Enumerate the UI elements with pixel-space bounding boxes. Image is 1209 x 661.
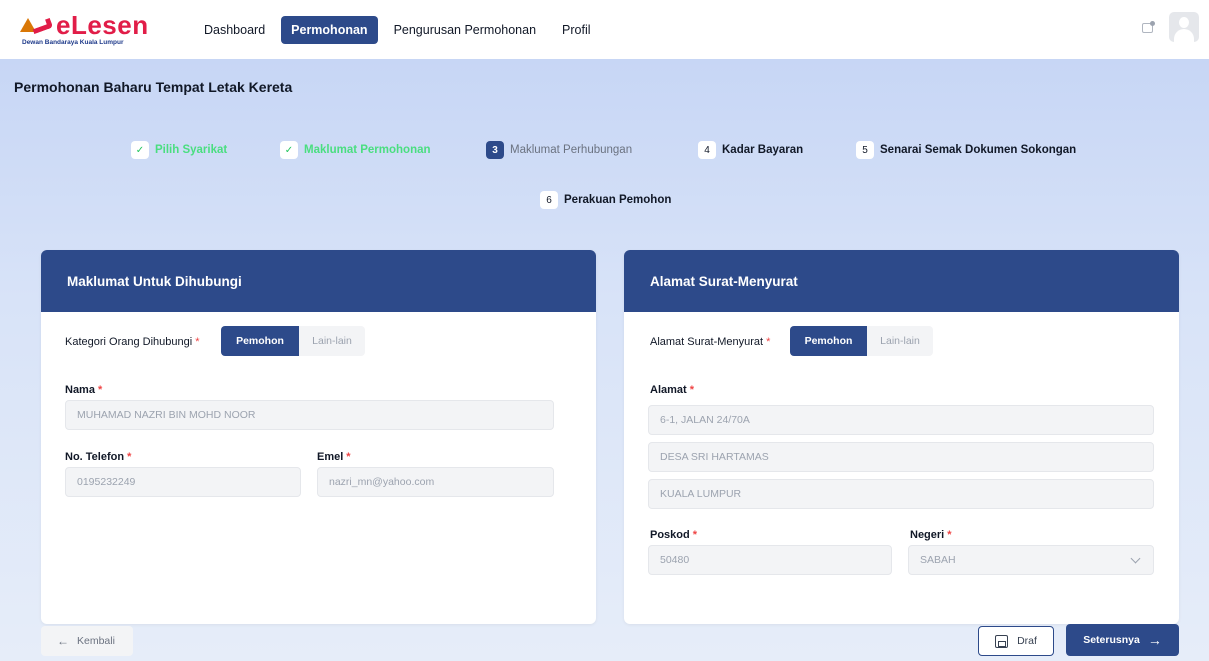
contact-card: Maklumat Untuk Dihubungi Kategori Orang …: [41, 250, 596, 624]
alamat-type-label: Alamat Surat-Menyurat *: [650, 336, 771, 348]
next-button[interactable]: Seterusnya →: [1066, 624, 1179, 656]
brand-logo[interactable]: eLesen Dewan Bandaraya Kuala Lumpur: [20, 10, 180, 50]
telefon-label: No. Telefon *: [65, 451, 132, 463]
logo-mark-icon: [20, 15, 54, 35]
save-icon: [995, 634, 1009, 648]
alamat-line2-field[interactable]: DESA SRI HARTAMAS: [648, 442, 1154, 472]
nav-pengurusan-permohonan[interactable]: Pengurusan Permohonan: [384, 16, 546, 44]
kategori-toggle: Pemohon Lain-lain: [221, 326, 365, 356]
address-card: Alamat Surat-Menyurat Alamat Surat-Menyu…: [624, 250, 1179, 624]
alamat-type-toggle: Pemohon Lain-lain: [790, 326, 933, 356]
poskod-label: Poskod *: [650, 529, 698, 541]
step-label: Senarai Semak Dokumen Sokongan: [880, 144, 1077, 156]
emel-field[interactable]: nazri_mn@yahoo.com: [317, 467, 554, 497]
back-button-label: Kembali: [77, 635, 115, 647]
alamat-line3-field[interactable]: KUALA LUMPUR: [648, 479, 1154, 509]
address-card-title: Alamat Surat-Menyurat: [624, 250, 1179, 312]
step-senarai-semak-dokumen[interactable]: 5 Senarai Semak Dokumen Sokongan: [856, 141, 1076, 159]
alamat-label: Alamat *: [650, 384, 694, 396]
step-number: 5: [856, 141, 874, 159]
step-label: Perakuan Pemohon: [564, 194, 672, 206]
brand-name: eLesen: [56, 10, 149, 40]
page-content: Permohonan Baharu Tempat Letak Kereta ✓ …: [0, 59, 1209, 661]
nav-permohonan[interactable]: Permohonan: [281, 15, 378, 44]
nav-profil[interactable]: Profil: [552, 16, 600, 44]
brand-subtitle: Dewan Bandaraya Kuala Lumpur: [22, 39, 124, 46]
telefon-field[interactable]: 0195232249: [65, 467, 301, 497]
arrow-right-icon: →: [1147, 632, 1162, 648]
draft-button-label: Draf: [1017, 635, 1037, 647]
step-label: Kadar Bayaran: [722, 144, 804, 156]
step-number: 4: [698, 141, 716, 159]
alamat-option-lain-lain[interactable]: Lain-lain: [867, 326, 933, 356]
contact-card-title: Maklumat Untuk Dihubungi: [41, 250, 596, 312]
nama-label: Nama *: [65, 384, 103, 396]
page-title: Permohonan Baharu Tempat Letak Kereta: [14, 79, 293, 95]
next-button-label: Seterusnya: [1083, 634, 1140, 646]
step-number: 6: [540, 191, 558, 209]
nav-dashboard[interactable]: Dashboard: [194, 16, 275, 44]
negeri-label: Negeri *: [910, 529, 952, 541]
step-label: Pilih Syarikat: [155, 144, 228, 156]
kategori-option-lain-lain[interactable]: Lain-lain: [299, 326, 365, 356]
alamat-line1-field[interactable]: 6-1, JALAN 24/70A: [648, 405, 1154, 435]
top-navbar: eLesen Dewan Bandaraya Kuala Lumpur Dash…: [0, 0, 1209, 59]
step-label: Maklumat Perhubungan: [510, 144, 633, 156]
poskod-field[interactable]: 50480: [648, 545, 892, 575]
draft-button[interactable]: Draf: [978, 626, 1054, 656]
negeri-select[interactable]: SABAH: [908, 545, 1154, 575]
step-label: Maklumat Permohonan: [304, 144, 431, 156]
check-icon: ✓: [131, 141, 149, 159]
user-avatar[interactable]: [1169, 12, 1199, 42]
main-nav: Dashboard Permohonan Pengurusan Permohon…: [194, 15, 607, 44]
step-pilih-syarikat[interactable]: ✓ Pilih Syarikat: [131, 141, 227, 159]
notification-icon[interactable]: [1141, 20, 1155, 34]
kategori-option-pemohon[interactable]: Pemohon: [221, 326, 299, 356]
chevron-down-icon: [1130, 553, 1141, 564]
negeri-value: SABAH: [920, 554, 956, 566]
kategori-label: Kategori Orang Dihubungi *: [65, 336, 200, 348]
step-perakuan-pemohon[interactable]: 6 Perakuan Pemohon: [540, 191, 671, 209]
step-kadar-bayaran[interactable]: 4 Kadar Bayaran: [698, 141, 803, 159]
emel-label: Emel *: [317, 451, 351, 463]
step-maklumat-permohonan[interactable]: ✓ Maklumat Permohonan: [280, 141, 431, 159]
arrow-left-icon: ←: [57, 634, 69, 648]
nama-field[interactable]: MUHAMAD NAZRI BIN MOHD NOOR: [65, 400, 554, 430]
step-maklumat-perhubungan[interactable]: 3 Maklumat Perhubungan: [486, 141, 632, 159]
back-button[interactable]: ← Kembali: [41, 626, 133, 656]
alamat-option-pemohon[interactable]: Pemohon: [790, 326, 867, 356]
check-icon: ✓: [280, 141, 298, 159]
step-number: 3: [486, 141, 504, 159]
